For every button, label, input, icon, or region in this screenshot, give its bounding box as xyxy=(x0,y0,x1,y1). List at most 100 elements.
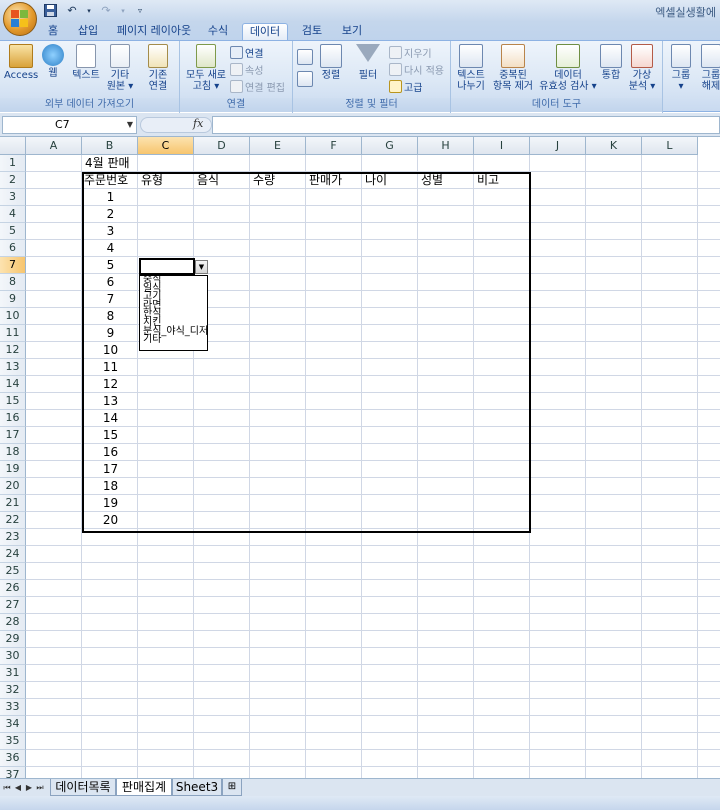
sheet-tab-sheet3[interactable]: Sheet3 xyxy=(172,779,222,796)
other-sources-button[interactable]: 기타 원본 ▾ xyxy=(104,44,136,92)
row-header-16[interactable]: 16 xyxy=(0,410,26,427)
row-header-20[interactable]: 20 xyxy=(0,478,26,495)
row-header-6[interactable]: 6 xyxy=(0,240,26,257)
row-header-23[interactable]: 23 xyxy=(0,529,26,546)
row-header-34[interactable]: 34 xyxy=(0,716,26,733)
column-header-c[interactable]: C xyxy=(138,137,194,155)
row-header-7[interactable]: 7 xyxy=(0,257,26,274)
row-header-26[interactable]: 26 xyxy=(0,580,26,597)
order-number-cell[interactable]: 6 xyxy=(83,274,138,291)
reapply-button[interactable]: 다시 적용 xyxy=(389,62,444,77)
name-box-dropdown-icon[interactable]: ▼ xyxy=(127,117,133,133)
next-sheet-icon[interactable]: ▶ xyxy=(24,782,34,794)
order-number-cell[interactable]: 10 xyxy=(83,342,138,359)
access-button[interactable]: Access xyxy=(4,44,38,81)
order-number-cell[interactable]: 16 xyxy=(83,444,138,461)
row-header-24[interactable]: 24 xyxy=(0,546,26,563)
prev-sheet-icon[interactable]: ◀ xyxy=(13,782,23,794)
ungroup-button[interactable]: 그룹 해제 xyxy=(697,44,720,92)
clear-filter-button[interactable]: 지우기 xyxy=(389,45,432,60)
order-number-cell[interactable]: 7 xyxy=(83,291,138,308)
existing-connections-button[interactable]: 기존 연결 xyxy=(140,44,176,92)
column-header-g[interactable]: G xyxy=(362,137,418,155)
column-header-h[interactable]: H xyxy=(418,137,474,155)
text-to-columns-button[interactable]: 텍스트 나누기 xyxy=(453,44,489,92)
row-header-19[interactable]: 19 xyxy=(0,461,26,478)
row-header-22[interactable]: 22 xyxy=(0,512,26,529)
header-price[interactable]: 판매가 xyxy=(309,172,342,189)
order-number-cell[interactable]: 17 xyxy=(83,461,138,478)
tab-view[interactable]: 보기 xyxy=(336,23,368,40)
header-gender[interactable]: 성별 xyxy=(421,172,443,189)
column-header-i[interactable]: I xyxy=(474,137,530,155)
row-header-12[interactable]: 12 xyxy=(0,342,26,359)
save-icon[interactable] xyxy=(42,3,58,18)
row-header-29[interactable]: 29 xyxy=(0,631,26,648)
order-number-cell[interactable]: 11 xyxy=(83,359,138,376)
row-header-14[interactable]: 14 xyxy=(0,376,26,393)
advanced-filter-button[interactable]: 고급 xyxy=(389,79,422,94)
dropdown-option[interactable]: 기타 xyxy=(140,335,207,345)
row-header-21[interactable]: 21 xyxy=(0,495,26,512)
row-header-36[interactable]: 36 xyxy=(0,750,26,767)
last-sheet-icon[interactable]: ⏭ xyxy=(35,782,45,794)
remove-duplicates-button[interactable]: 중복된 항목 제거 xyxy=(489,44,537,92)
column-header-f[interactable]: F xyxy=(306,137,362,155)
select-all-corner[interactable] xyxy=(0,137,26,155)
undo-icon[interactable]: ↶ xyxy=(64,3,80,18)
row-header-28[interactable]: 28 xyxy=(0,614,26,631)
order-number-cell[interactable]: 2 xyxy=(83,206,138,223)
spreadsheet-grid[interactable]: ABCDEFGHIJKL 1 2 3 4 5 6 7 8 9 10 11 12 13 14 15 16 17 18… xyxy=(0,137,720,778)
column-header-d[interactable]: D xyxy=(194,137,250,155)
row-header-1[interactable]: 1 xyxy=(0,155,26,172)
row-header-4[interactable]: 4 xyxy=(0,206,26,223)
row-header-9[interactable]: 9 xyxy=(0,291,26,308)
formula-input[interactable] xyxy=(212,116,720,134)
row-header-10[interactable]: 10 xyxy=(0,308,26,325)
column-header-k[interactable]: K xyxy=(586,137,642,155)
text-import-button[interactable]: 텍스트 xyxy=(68,44,104,81)
order-number-cell[interactable]: 14 xyxy=(83,410,138,427)
order-number-cell[interactable]: 20 xyxy=(83,512,138,529)
active-cell-c7[interactable] xyxy=(139,258,195,275)
sort-ascending-button[interactable] xyxy=(297,49,313,65)
column-header-l[interactable]: L xyxy=(642,137,698,155)
undo-dropdown-icon[interactable]: ▾ xyxy=(86,3,92,18)
sheet-tab-data-list[interactable]: 데이터목록 xyxy=(50,779,116,796)
data-validation-button[interactable]: 데이터 유효성 검사 ▾ xyxy=(537,44,599,92)
tab-formulas[interactable]: 수식 xyxy=(202,23,234,40)
row-header-31[interactable]: 31 xyxy=(0,665,26,682)
customize-qat-icon[interactable]: ▿ xyxy=(132,3,148,18)
validation-dropdown-arrow-icon[interactable]: ▼ xyxy=(195,260,208,274)
order-number-cell[interactable]: 3 xyxy=(83,223,138,240)
order-number-cell[interactable]: 1 xyxy=(83,189,138,206)
order-number-cell[interactable]: 18 xyxy=(83,478,138,495)
row-header-8[interactable]: 8 xyxy=(0,274,26,291)
order-number-cell[interactable]: 13 xyxy=(83,393,138,410)
row-header-27[interactable]: 27 xyxy=(0,597,26,614)
order-number-cell[interactable]: 9 xyxy=(83,325,138,342)
row-header-5[interactable]: 5 xyxy=(0,223,26,240)
row-header-11[interactable]: 11 xyxy=(0,325,26,342)
tab-home[interactable]: 홈 xyxy=(42,23,64,40)
header-quantity[interactable]: 수량 xyxy=(253,172,275,189)
connections-button[interactable]: 연결 xyxy=(230,45,263,60)
order-number-cell[interactable]: 19 xyxy=(83,495,138,512)
row-header-32[interactable]: 32 xyxy=(0,682,26,699)
tab-review[interactable]: 검토 xyxy=(296,23,328,40)
column-header-e[interactable]: E xyxy=(250,137,306,155)
insert-sheet-icon[interactable]: ⊞ xyxy=(222,779,242,796)
what-if-analysis-button[interactable]: 가상 분석 ▾ xyxy=(625,44,659,92)
tab-insert[interactable]: 삽입 xyxy=(72,23,104,40)
column-header-j[interactable]: J xyxy=(530,137,586,155)
row-header-3[interactable]: 3 xyxy=(0,189,26,206)
header-order-number[interactable]: 주문번호 xyxy=(84,172,128,189)
office-button[interactable] xyxy=(3,2,37,36)
redo-dropdown-icon[interactable]: ▾ xyxy=(120,3,126,18)
order-number-cell[interactable]: 15 xyxy=(83,427,138,444)
row-header-25[interactable]: 25 xyxy=(0,563,26,580)
tab-data[interactable]: 데이터 xyxy=(242,23,288,40)
sheet-tab-sales-summary[interactable]: 판매집계 xyxy=(116,779,172,796)
row-header-2[interactable]: 2 xyxy=(0,172,26,189)
refresh-all-button[interactable]: 모두 새로 고침 ▾ xyxy=(182,44,230,92)
